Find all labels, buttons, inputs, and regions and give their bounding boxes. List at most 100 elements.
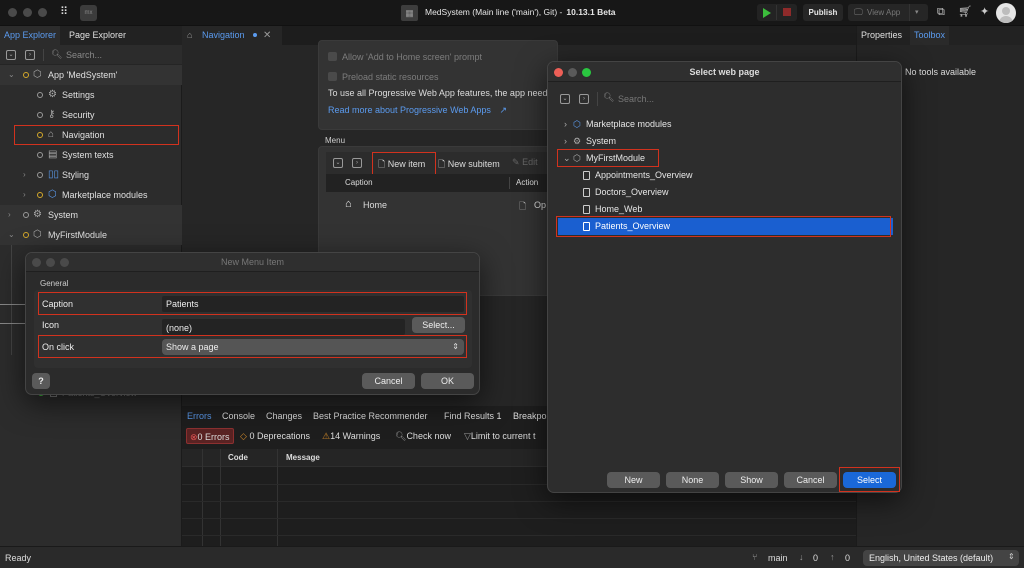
chevron-down-icon[interactable]: ⌄ [563,150,571,167]
window-minimize-button[interactable] [46,258,55,267]
tab-find-results[interactable]: Find Results 1 [444,406,502,426]
menu-row-home[interactable]: ⌂ Home 🗋 Op [326,196,556,216]
errors-filter-button[interactable]: ⊗0 Errors [186,428,234,444]
new-subitem-button[interactable]: 🗋 New subitem [438,157,500,173]
tree-item-system-texts[interactable]: ▤ System texts [0,145,182,165]
tree-item-home-web[interactable]: Home_Web [558,201,893,218]
tree-item-doctors-overview[interactable]: Doctors_Overview [558,184,893,201]
new-item-button[interactable]: 🗋 New item [378,157,425,173]
tree-item-marketplace-modules[interactable]: › ⬡ Marketplace modules [558,116,893,133]
select-icon-button[interactable]: Select... [412,317,465,333]
grid-icon[interactable]: ⠿ [60,7,71,18]
tree-item-settings[interactable]: ⚙ Settings [0,85,182,105]
chevron-down-icon[interactable]: ⌄ [8,65,15,85]
chevron-right-icon[interactable]: › [23,185,26,205]
tree-item-navigation[interactable]: ⌂ Navigation [0,125,182,145]
branch-name[interactable]: main [768,553,788,563]
home-icon: ⌂ [187,30,193,40]
branch-icon: ⑂ [752,552,758,562]
expand-all-icon[interactable]: › [352,158,362,168]
show-button[interactable]: Show [725,472,778,488]
close-icon[interactable]: ✕ [263,26,271,45]
window-close-button[interactable] [8,8,17,17]
chevron-right-icon[interactable]: › [564,116,567,133]
select-button[interactable]: Select [843,472,896,488]
edit-button[interactable]: ✎ Edit [512,157,538,168]
chevron-right-icon[interactable]: › [23,165,26,185]
window-zoom-button[interactable] [60,258,69,267]
caption-input[interactable]: Patients [162,296,464,312]
tree-item-myfirstmodule[interactable]: ⌄ ⬡ MyFirstModule [0,225,182,245]
avatar[interactable] [996,3,1016,23]
sparkle-icon[interactable]: ✦ [980,6,989,18]
tab-changes[interactable]: Changes [266,406,302,426]
chat-icon[interactable]: ⧉ [937,6,945,18]
expand-all-icon[interactable]: › [25,50,35,60]
tree-item-system[interactable]: › ⚙ System [558,133,893,150]
limit-filter-button[interactable]: ▽Limit to current t [464,428,535,444]
pwa-read-more-link[interactable]: Read more about Progressive Web Apps ↗ [328,105,507,116]
tree-item-myfirstmodule[interactable]: ⌄ ⬡ MyFirstModule [558,150,893,167]
grid-line [182,501,856,502]
tab-navigation[interactable]: ⌂ Navigation ✕ [182,26,282,45]
check-now-button[interactable]: 🔍︎Check now [395,428,451,444]
none-button[interactable]: None [666,472,719,488]
tab-toolbox[interactable]: Toolbox [910,26,950,45]
cart-icon[interactable]: 🛒︎ [958,6,972,18]
chevron-right-icon[interactable]: › [564,133,567,150]
expand-all-icon[interactable]: › [579,94,589,104]
tree-item-app[interactable]: ⌄ ⬡ App 'MedSystem' [0,65,182,85]
warnings-count: 14 Warnings [330,431,381,441]
search-input[interactable]: Search... [618,94,654,104]
view-app-button[interactable]: 🖵 View App ▾ [848,4,928,21]
window-close-button[interactable] [32,258,41,267]
language-select[interactable]: English, United States (default) ⇕ [863,550,1019,566]
tab-page-explorer[interactable]: Page Explorer [65,26,130,45]
new-button[interactable]: New [607,472,660,488]
window-close-button[interactable] [554,68,563,77]
tab-best-practice[interactable]: Best Practice Recommender [313,406,428,426]
collapse-all-icon[interactable]: ⌄ [560,94,570,104]
chevron-down-icon[interactable]: ▾ [915,4,919,21]
allow-home-prompt-checkbox[interactable] [328,52,337,61]
window-minimize-button[interactable] [568,68,577,77]
preload-resources-checkbox[interactable] [328,72,337,81]
collapse-all-icon[interactable]: ⌄ [333,158,343,168]
publish-button[interactable]: Publish [803,4,843,21]
window-zoom-button[interactable] [582,68,591,77]
stop-icon[interactable] [783,8,791,16]
tab-console[interactable]: Console [222,406,255,426]
collapse-all-icon[interactable]: ⌄ [6,50,16,60]
column-message[interactable]: Message [286,453,320,462]
arrow-up-icon: ↑ [830,552,835,562]
tab-breakpoints[interactable]: Breakpo [513,406,547,426]
window-title-text: MedSystem (Main line ('main'), Git) - [425,7,563,17]
window-minimize-button[interactable] [23,8,32,17]
chevron-right-icon[interactable]: › [8,205,11,225]
tab-properties[interactable]: Properties [857,26,906,45]
tree-item-marketplace-modules[interactable]: › ⬡ Marketplace modules [0,185,182,205]
onclick-select[interactable]: Show a page ⇕ [162,339,464,355]
cancel-button[interactable]: Cancel [362,373,415,389]
help-button[interactable]: ? [32,373,50,389]
tree-item-security[interactable]: ⚷ Security [0,105,182,125]
column-caption[interactable]: Caption [345,178,373,187]
onclick-value: Show a page [166,342,219,352]
column-code[interactable]: Code [228,453,248,462]
tab-app-explorer[interactable]: App Explorer [0,26,61,45]
icon-input[interactable]: (none) [162,319,405,335]
play-icon[interactable] [763,8,771,18]
deprecations-filter-button[interactable]: ◇ 0 Deprecations [240,428,310,444]
tree-item-patients-overview[interactable]: Patients_Overview [558,218,893,235]
warnings-filter-button[interactable]: ⚠14 Warnings [322,428,380,444]
cancel-button[interactable]: Cancel [784,472,837,488]
search-input[interactable]: Search... [66,50,102,60]
window-zoom-button[interactable] [38,8,47,17]
tab-errors[interactable]: Errors [187,406,212,426]
tree-item-styling[interactable]: › ▯▯ Styling [0,165,182,185]
tree-item-appointments-overview[interactable]: Appointments_Overview [558,167,893,184]
tree-item-system[interactable]: › ⚙ System [0,205,182,225]
column-action[interactable]: Action [516,178,538,187]
ok-button[interactable]: OK [421,373,474,389]
chevron-down-icon[interactable]: ⌄ [8,225,15,245]
